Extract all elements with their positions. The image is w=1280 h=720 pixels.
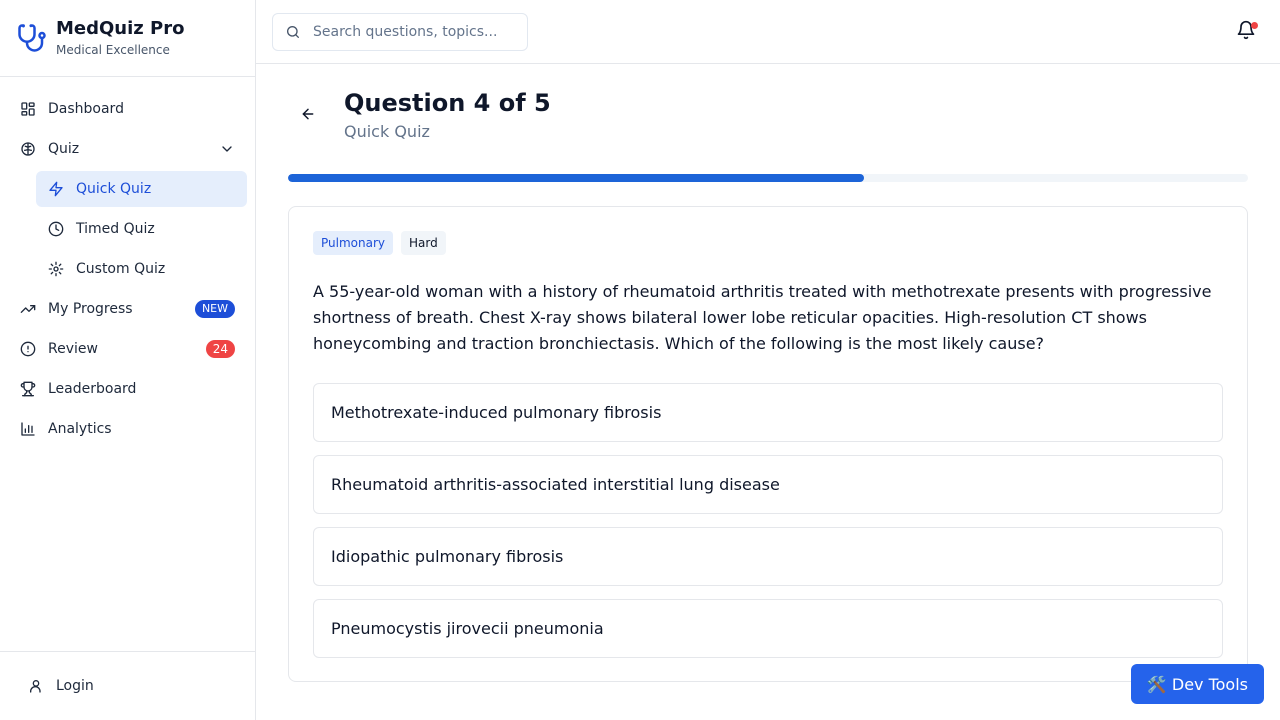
sidebar-item-quiz[interactable]: Quiz: [8, 131, 247, 167]
search-box[interactable]: [272, 12, 528, 51]
sidebar-item-label: Quick Quiz: [76, 181, 152, 197]
sidebar-item-review[interactable]: Review 24: [8, 331, 247, 367]
sidebar-item-timed-quiz[interactable]: Timed Quiz: [36, 211, 247, 247]
category-tag: Pulmonary: [313, 231, 393, 255]
chevron-down-icon: [219, 141, 235, 157]
page-subtitle: Quick Quiz: [344, 122, 430, 141]
back-button[interactable]: [296, 104, 320, 128]
sidebar-item-label: Dashboard: [48, 101, 124, 117]
user-icon: [28, 678, 44, 694]
question-card: Pulmonary Hard A 55-year-old woman with …: [288, 206, 1248, 682]
sidebar-item-leaderboard[interactable]: Leaderboard: [8, 371, 247, 407]
search-icon: [285, 24, 301, 40]
sidebar-item-label: Custom Quiz: [76, 261, 166, 277]
stethoscope-icon: [16, 22, 48, 54]
answer-option[interactable]: Rheumatoid arthritis-associated intersti…: [313, 455, 1223, 514]
sidebar-item-label: Timed Quiz: [76, 221, 155, 237]
clock-icon: [48, 221, 64, 237]
login-label: Login: [56, 678, 94, 694]
progress-fill: [288, 174, 864, 182]
login-button[interactable]: Login: [0, 651, 255, 720]
sidebar-item-custom-quiz[interactable]: Custom Quiz: [36, 251, 247, 287]
progress-bar: [288, 174, 1248, 182]
answer-option[interactable]: Idiopathic pulmonary fibrosis: [313, 527, 1223, 586]
trending-icon: [20, 301, 36, 317]
main-content: Question 4 of 5 Quick Quiz Pulmonary Har…: [288, 64, 1248, 682]
top-header: [256, 0, 1280, 64]
review-count-badge: 24: [205, 340, 235, 358]
search-input[interactable]: [313, 23, 513, 40]
notification-dot: [1251, 22, 1258, 29]
sidebar-nav: Dashboard Quiz Quick Quiz Timed Quiz Cus…: [0, 77, 255, 447]
arrow-left-icon: [300, 106, 316, 126]
alert-circle-icon: [20, 341, 36, 357]
page-title: Question 4 of 5: [344, 89, 551, 117]
difficulty-tag: Hard: [401, 231, 446, 255]
sidebar-item-my-progress[interactable]: My Progress NEW: [8, 291, 247, 327]
question-text: A 55-year-old woman with a history of rh…: [313, 282, 1212, 353]
dev-tools-button[interactable]: 🛠️ Dev Tools: [1130, 664, 1264, 704]
sidebar-item-analytics[interactable]: Analytics: [8, 411, 247, 447]
sidebar-item-label: Analytics: [48, 421, 112, 437]
notifications-button[interactable]: [1234, 20, 1258, 44]
brain-icon: [20, 141, 36, 157]
gear-icon: [48, 261, 64, 277]
answer-option[interactable]: Pneumocystis jirovecii pneumonia: [313, 599, 1223, 658]
dashboard-icon: [20, 101, 36, 117]
brand-name: MedQuiz Pro: [56, 18, 185, 39]
zap-icon: [48, 181, 64, 197]
sidebar: MedQuiz Pro Medical Excellence Dashboard…: [0, 0, 256, 720]
brand-tagline: Medical Excellence: [56, 43, 170, 57]
sidebar-item-label: Review: [48, 341, 98, 357]
brand[interactable]: MedQuiz Pro Medical Excellence: [0, 0, 255, 77]
sidebar-item-quick-quiz[interactable]: Quick Quiz: [36, 171, 247, 207]
answer-option[interactable]: Methotrexate-induced pulmonary fibrosis: [313, 383, 1223, 442]
sidebar-item-label: Quiz: [48, 141, 80, 157]
question-header: Question 4 of 5 Quick Quiz: [288, 64, 1248, 174]
sidebar-item-label: Leaderboard: [48, 381, 137, 397]
trophy-icon: [20, 381, 36, 397]
tag-row: Pulmonary Hard: [313, 231, 1223, 255]
new-badge: NEW: [194, 300, 235, 318]
sidebar-item-label: My Progress: [48, 301, 133, 317]
answer-options: Methotrexate-induced pulmonary fibrosis …: [313, 383, 1223, 658]
sidebar-item-dashboard[interactable]: Dashboard: [8, 91, 247, 127]
bar-chart-icon: [20, 421, 36, 437]
